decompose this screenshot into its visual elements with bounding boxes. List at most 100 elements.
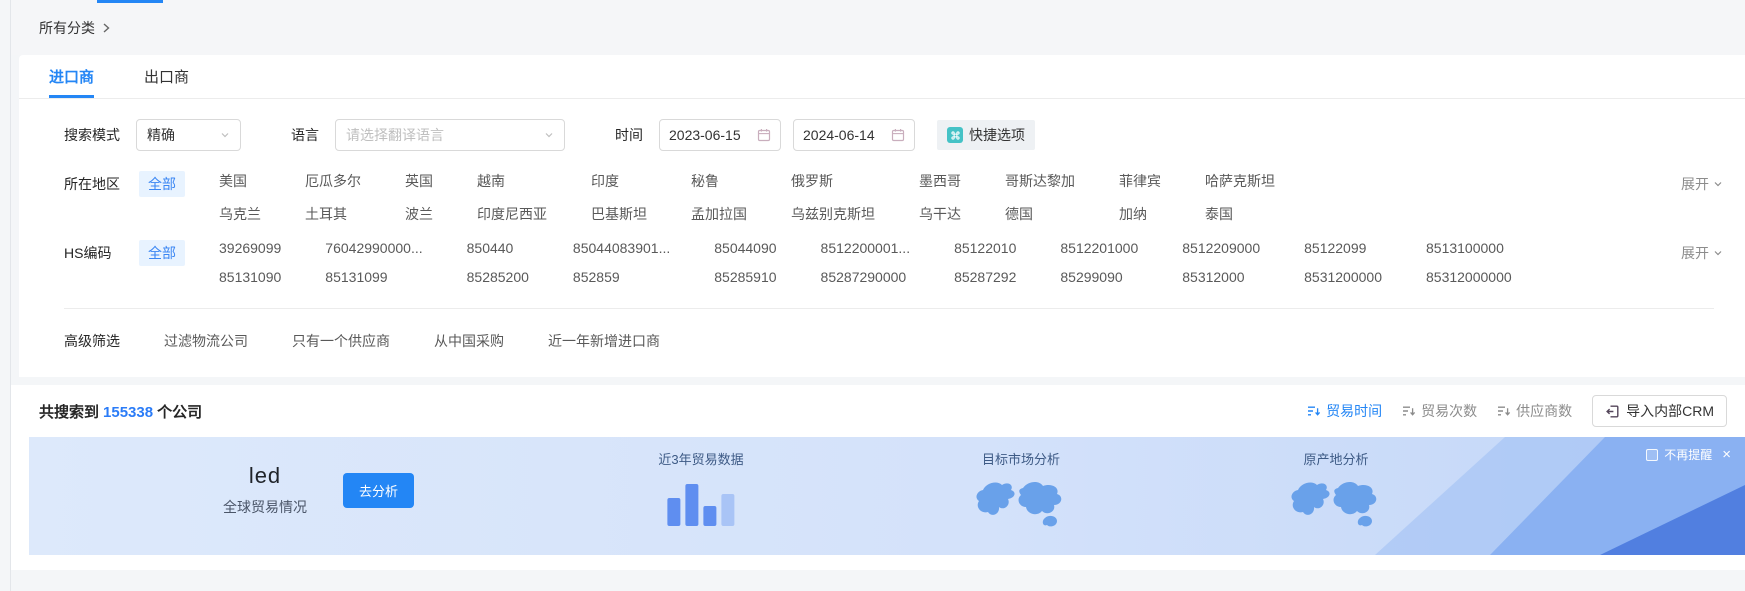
sort-icon xyxy=(1497,404,1511,418)
hs-filter-row: HS编码 全部 39269099 85131090 76042990000... 8… xyxy=(19,226,1745,290)
tab-exporter[interactable]: 出口商 xyxy=(144,55,189,98)
hs-item[interactable]: 85285910 xyxy=(714,269,776,285)
hs-item[interactable]: 850440 xyxy=(467,240,529,256)
hs-expand-button[interactable]: 展开 xyxy=(1681,243,1723,263)
hs-item[interactable]: 39269099 xyxy=(219,240,281,256)
sort-supplier-count[interactable]: 供应商数 xyxy=(1497,401,1572,421)
quick-options-button[interactable]: 快捷选项 xyxy=(937,120,1035,150)
region-item[interactable]: 英国 xyxy=(405,171,433,191)
sort-supplier-count-label: 供应商数 xyxy=(1516,401,1572,421)
tab-exporter-label: 出口商 xyxy=(144,66,189,87)
region-item[interactable]: 乌克兰 xyxy=(219,204,261,224)
breadcrumb-row: 所有分类 xyxy=(11,0,1745,55)
region-item[interactable]: 菲律宾 xyxy=(1119,171,1161,191)
tab-importer[interactable]: 进口商 xyxy=(49,55,94,98)
advanced-filter-label: 高级筛选 xyxy=(64,331,120,351)
hs-item[interactable]: 85287290000 xyxy=(821,269,911,285)
close-icon[interactable]: × xyxy=(1722,447,1731,462)
date-start-input[interactable]: 2023-06-15 xyxy=(659,119,781,151)
region-item[interactable]: 厄瓜多尔 xyxy=(305,171,361,191)
hs-item[interactable]: 8512200001... xyxy=(821,240,911,256)
feature-trade-data-label: 近3年贸易数据 xyxy=(658,449,743,468)
hs-label: HS编码 xyxy=(64,243,111,263)
hs-item[interactable]: 85044083901... xyxy=(573,240,670,256)
region-label: 所在地区 xyxy=(64,174,120,194)
results-number[interactable]: 155338 xyxy=(103,404,153,421)
region-item[interactable]: 土耳其 xyxy=(305,204,361,224)
region-item[interactable]: 美国 xyxy=(219,171,261,191)
hs-expand-label: 展开 xyxy=(1681,243,1709,263)
dismiss-checkbox[interactable] xyxy=(1646,449,1658,461)
hs-item[interactable]: 85131090 xyxy=(219,269,281,285)
dismiss-group: 不再提醒 × xyxy=(1646,446,1731,463)
region-item[interactable]: 巴基斯坦 xyxy=(591,204,647,224)
region-expand-button[interactable]: 展开 xyxy=(1681,174,1723,194)
calendar-icon xyxy=(757,128,771,142)
hs-item[interactable]: 85131099 xyxy=(325,269,422,285)
content-wrapper: 所有分类 进口商 出口商 搜索模式 精确 语言 请选择翻译 xyxy=(10,0,1745,591)
region-item[interactable]: 哈萨克斯坦 xyxy=(1205,171,1275,191)
sort-trade-count[interactable]: 贸易次数 xyxy=(1402,401,1477,421)
region-item[interactable]: 乌兹别克斯坦 xyxy=(791,204,875,224)
tabs-row: 进口商 出口商 xyxy=(19,55,1745,99)
region-item[interactable]: 乌干达 xyxy=(919,204,961,224)
hs-item[interactable]: 85122099 xyxy=(1304,240,1382,256)
breadcrumb[interactable]: 所有分类 xyxy=(39,18,111,38)
feature-origin-analysis[interactable]: 原产地分析 xyxy=(1288,449,1384,530)
hs-item[interactable]: 8513100000 xyxy=(1426,240,1512,256)
hs-item[interactable]: 85287292 xyxy=(954,269,1016,285)
hs-item[interactable]: 76042990000... xyxy=(325,240,422,256)
hs-item[interactable]: 85044090 xyxy=(714,240,776,256)
region-item[interactable]: 波兰 xyxy=(405,204,433,224)
region-item[interactable]: 墨西哥 xyxy=(919,171,961,191)
date-end-value: 2024-06-14 xyxy=(803,127,875,143)
sort-icon xyxy=(1307,404,1321,418)
hs-item[interactable]: 85299090 xyxy=(1060,269,1138,285)
search-mode-label: 搜索模式 xyxy=(64,125,120,145)
language-placeholder: 请选择翻译语言 xyxy=(346,125,444,145)
hs-item[interactable]: 8512201000 xyxy=(1060,240,1138,256)
region-item[interactable]: 秘鲁 xyxy=(691,171,747,191)
analysis-banner: led 全球贸易情况 去分析 近3年贸易数据 目标市场分析 xyxy=(29,437,1745,555)
quick-options-label: 快捷选项 xyxy=(969,125,1025,145)
top-tab-indicator xyxy=(97,0,163,3)
hs-item[interactable]: 85312000000 xyxy=(1426,269,1512,285)
hs-item[interactable]: 85312000 xyxy=(1182,269,1260,285)
region-item[interactable]: 俄罗斯 xyxy=(791,171,875,191)
feature-trade-data[interactable]: 近3年贸易数据 xyxy=(658,449,743,526)
region-item[interactable]: 哥斯达黎加 xyxy=(1005,171,1075,191)
banner-keyword: led xyxy=(223,463,307,489)
hs-item[interactable]: 8512209000 xyxy=(1182,240,1260,256)
sort-trade-time[interactable]: 贸易时间 xyxy=(1307,401,1382,421)
results-toolbar: 贸易时间 贸易次数 供应商数 导入内部CRM xyxy=(1307,395,1727,427)
region-all-chip[interactable]: 全部 xyxy=(139,171,185,197)
region-item[interactable]: 印度 xyxy=(591,171,647,191)
hs-all-chip[interactable]: 全部 xyxy=(139,240,185,266)
search-mode-select[interactable]: 精确 xyxy=(136,119,241,151)
region-item[interactable]: 加纳 xyxy=(1119,204,1161,224)
advanced-option-single-supplier[interactable]: 只有一个供应商 xyxy=(292,331,390,351)
feature-target-market[interactable]: 目标市场分析 xyxy=(973,449,1069,530)
advanced-option-logistics[interactable]: 过滤物流公司 xyxy=(164,331,248,351)
analyze-button[interactable]: 去分析 xyxy=(343,473,414,508)
hs-item[interactable]: 85285200 xyxy=(467,269,529,285)
search-form-row: 搜索模式 精确 语言 请选择翻译语言 时间 2023-06-15 2024-06… xyxy=(19,99,1745,157)
region-expand-label: 展开 xyxy=(1681,174,1709,194)
hs-item[interactable]: 852859 xyxy=(573,269,670,285)
import-crm-button[interactable]: 导入内部CRM xyxy=(1592,395,1727,427)
language-select[interactable]: 请选择翻译语言 xyxy=(335,119,565,151)
region-item[interactable]: 德国 xyxy=(1005,204,1075,224)
results-section: 共搜索到155338个公司 贸易时间 贸易次数 供应商数 xyxy=(11,385,1745,570)
advanced-option-from-china[interactable]: 从中国采购 xyxy=(434,331,504,351)
sort-icon xyxy=(1402,404,1416,418)
region-item[interactable]: 越南 xyxy=(477,171,547,191)
hs-item[interactable]: 85122010 xyxy=(954,240,1016,256)
banner-subtitle: 全球贸易情况 xyxy=(223,497,307,517)
chevron-down-icon xyxy=(544,130,554,140)
region-item[interactable]: 泰国 xyxy=(1205,204,1275,224)
region-item[interactable]: 印度尼西亚 xyxy=(477,204,547,224)
region-item[interactable]: 孟加拉国 xyxy=(691,204,747,224)
date-end-input[interactable]: 2024-06-14 xyxy=(793,119,915,151)
advanced-option-new-importers[interactable]: 近一年新增进口商 xyxy=(548,331,660,351)
hs-item[interactable]: 8531200000 xyxy=(1304,269,1382,285)
